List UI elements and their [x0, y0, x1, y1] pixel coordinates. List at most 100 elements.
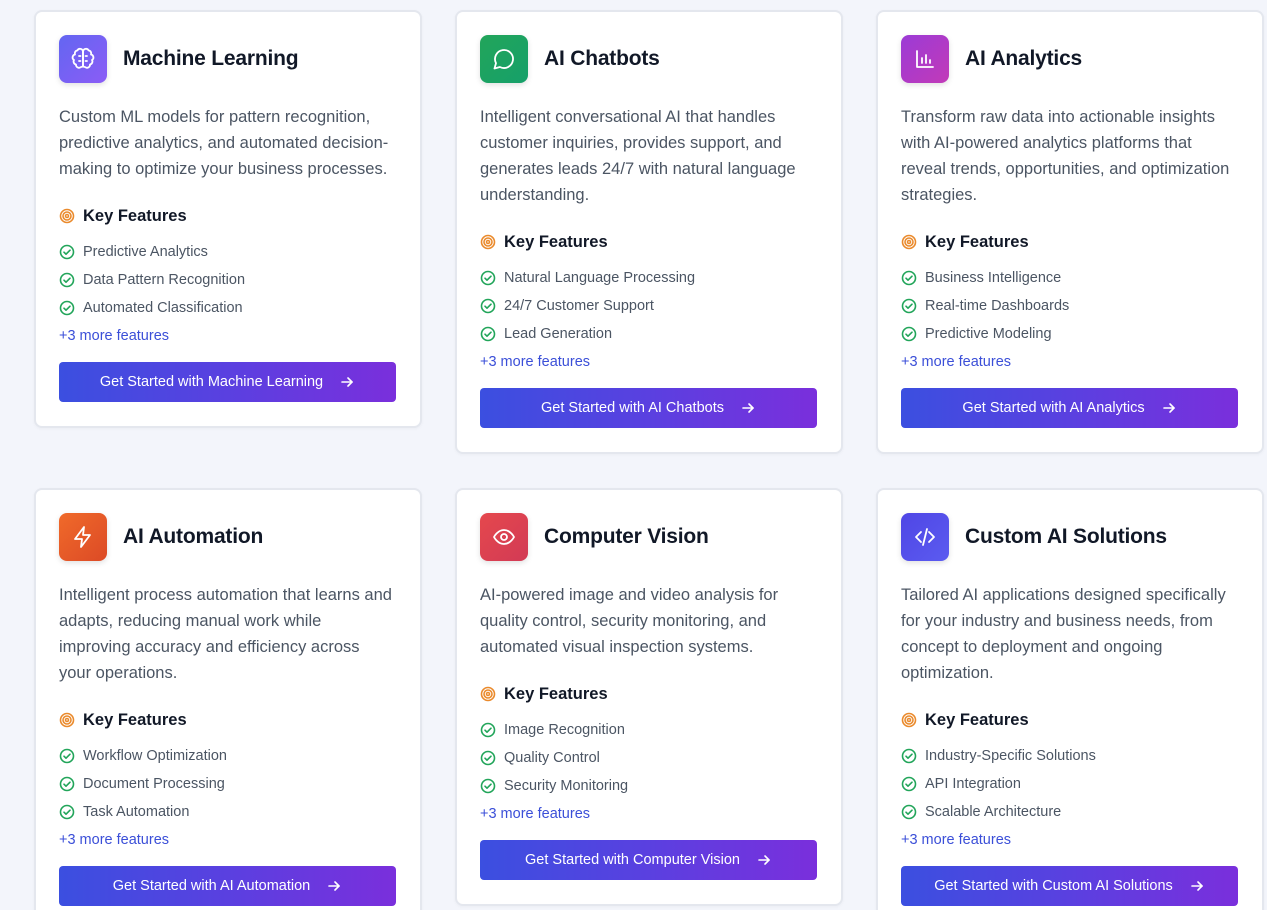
feature-item: Lead Generation [480, 320, 817, 348]
check-circle-icon [480, 298, 496, 314]
feature-text: Workflow Optimization [83, 748, 227, 764]
check-circle-icon [480, 778, 496, 794]
arrow-right-icon [328, 881, 341, 891]
card-title: Computer Vision [544, 525, 709, 548]
get-started-label: Get Started with Machine Learning [99, 374, 324, 390]
feature-list: Industry-Specific Solutions API Integrat… [901, 742, 1238, 826]
get-started-button[interactable]: Get Started with AI Analytics [901, 388, 1238, 428]
feature-item: Industry-Specific Solutions [901, 742, 1238, 770]
code-icon [901, 513, 949, 561]
feature-text: Automated Classification [83, 300, 243, 316]
feature-item: Scalable Architecture [901, 798, 1238, 826]
key-features-heading: Key Features [901, 708, 1238, 732]
feature-text: Quality Control [504, 750, 600, 766]
feature-text: 24/7 Customer Support [504, 298, 654, 314]
more-features-link[interactable]: +3 more features [901, 348, 1238, 376]
feature-item: Data Pattern Recognition [59, 266, 396, 294]
key-features-heading: Key Features [59, 708, 396, 732]
more-features-link[interactable]: +3 more features [901, 826, 1238, 854]
card-title: AI Automation [123, 525, 264, 548]
feature-text: Predictive Modeling [925, 326, 1052, 342]
arrow-right-icon [758, 855, 770, 865]
key-features-label: Key Features [925, 710, 1029, 729]
feature-item: Predictive Analytics [59, 238, 396, 266]
service-card-ai-chatbots: AI Chatbots Intelligent conversational A… [455, 10, 843, 454]
card-description: Intelligent process automation that lear… [59, 586, 392, 682]
feature-text: Lead Generation [504, 326, 613, 342]
feature-item: Image Recognition [480, 716, 817, 744]
more-features-link[interactable]: +3 more features [480, 800, 817, 828]
key-features-heading: Key Features [59, 204, 396, 228]
target-icon [480, 686, 496, 702]
get-started-label: Get Started with Computer Vision [525, 852, 740, 868]
feature-list: Natural Language Processing 24/7 Custome… [480, 264, 817, 348]
check-circle-icon [901, 776, 917, 792]
check-circle-icon [480, 722, 496, 738]
feature-item: Workflow Optimization [59, 742, 396, 770]
check-circle-icon [480, 750, 496, 766]
get-started-label: Get Started with Custom AI Solutions [934, 878, 1173, 894]
get-started-button[interactable]: Get Started with Computer Vision [480, 840, 817, 880]
key-features-heading: Key Features [480, 682, 817, 706]
arrow-right-icon [1190, 881, 1203, 891]
get-started-button[interactable]: Get Started with Custom AI Solutions [901, 866, 1238, 906]
feature-text: Scalable Architecture [925, 804, 1062, 820]
key-features-label: Key Features [504, 232, 608, 251]
feature-item: API Integration [901, 770, 1238, 798]
more-features-link[interactable]: +3 more features [480, 348, 817, 376]
feature-text: Task Automation [83, 804, 190, 820]
key-features-label: Key Features [504, 684, 608, 703]
service-card-machine-learning: Machine Learning Custom ML models for pa… [34, 10, 422, 428]
key-features-heading: Key Features [901, 230, 1238, 254]
target-icon [59, 712, 75, 728]
get-started-button[interactable]: Get Started with AI Automation [59, 866, 396, 906]
feature-item: Predictive Modeling [901, 320, 1238, 348]
get-started-button[interactable]: Get Started with Machine Learning [59, 362, 396, 402]
service-card-computer-vision: Computer Vision AI-powered image and vid… [455, 488, 843, 906]
key-features-label: Key Features [83, 206, 187, 225]
service-card-custom-ai-solutions: Custom AI Solutions Tailored AI applicat… [876, 488, 1264, 910]
eye-icon [480, 513, 528, 561]
check-circle-icon [59, 244, 75, 260]
feature-item: Real-time Dashboards [901, 292, 1238, 320]
feature-list: Image Recognition Quality Control Securi… [480, 716, 817, 800]
check-circle-icon [59, 748, 75, 764]
service-card-ai-analytics: AI Analytics Transform raw data into act… [876, 10, 1264, 454]
more-features-link[interactable]: +3 more features [59, 826, 396, 854]
arrow-right-icon [341, 377, 353, 387]
key-features-label: Key Features [925, 232, 1029, 251]
card-description: Transform raw data into actionable insig… [901, 108, 1230, 204]
card-description: AI-powered image and video analysis for … [480, 586, 779, 656]
card-title: AI Chatbots [544, 47, 660, 70]
feature-text: Business Intelligence [925, 270, 1062, 286]
more-features-link[interactable]: +3 more features [59, 322, 396, 350]
bar-chart-icon [901, 35, 949, 83]
feature-text: Data Pattern Recognition [83, 272, 246, 288]
get-started-label: Get Started with AI Automation [112, 878, 311, 894]
get-started-button[interactable]: Get Started with AI Chatbots [480, 388, 817, 428]
card-title: Custom AI Solutions [965, 525, 1167, 548]
feature-item: Business Intelligence [901, 264, 1238, 292]
target-icon [59, 208, 75, 224]
arrow-right-icon [1162, 403, 1175, 413]
key-features-heading: Key Features [480, 230, 817, 254]
check-circle-icon [59, 300, 75, 316]
arrow-right-icon [742, 403, 754, 413]
feature-text: Industry-Specific Solutions [925, 748, 1096, 764]
get-started-label: Get Started with AI Analytics [962, 400, 1145, 416]
check-circle-icon [480, 326, 496, 342]
chat-bubble-icon [480, 35, 528, 83]
services-grid: Machine Learning Custom ML models for pa… [0, 0, 1267, 910]
feature-item: Task Automation [59, 798, 396, 826]
check-circle-icon [59, 804, 75, 820]
feature-text: Document Processing [83, 776, 225, 792]
feature-list: Business Intelligence Real-time Dashboar… [901, 264, 1238, 348]
feature-text: API Integration [925, 776, 1021, 792]
feature-item: Quality Control [480, 744, 817, 772]
feature-item: 24/7 Customer Support [480, 292, 817, 320]
feature-item: Document Processing [59, 770, 396, 798]
feature-item: Security Monitoring [480, 772, 817, 800]
get-started-label: Get Started with AI Chatbots [541, 400, 724, 416]
service-card-ai-automation: AI Automation Intelligent process automa… [34, 488, 422, 910]
card-description: Intelligent conversational AI that handl… [480, 108, 796, 204]
